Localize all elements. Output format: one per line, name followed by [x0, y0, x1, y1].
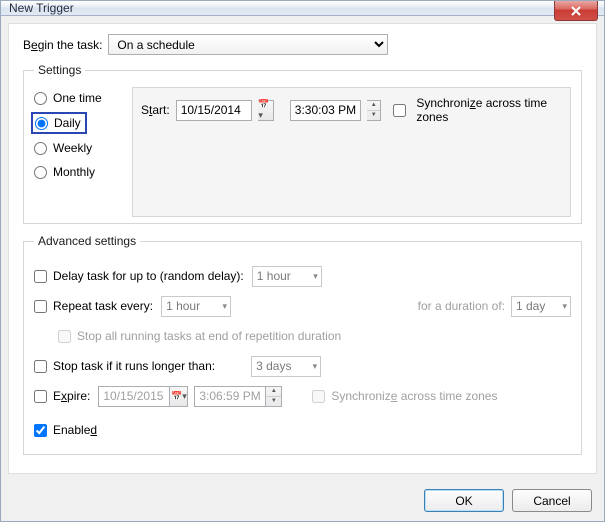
expire-date-input[interactable]: 10/15/2015 [98, 386, 170, 407]
stop-all-checkbox [58, 330, 71, 343]
settings-fieldset: Settings One time Daily Weekly Monthly S… [23, 63, 582, 224]
radio-one-time[interactable]: One time [34, 91, 122, 105]
cancel-button[interactable]: Cancel [512, 489, 592, 512]
begin-task-select[interactable]: On a schedule [108, 34, 388, 55]
begin-task-row: Begin the task: On a schedule [23, 34, 582, 55]
delay-label: Delay task for up to (random delay): [53, 269, 244, 283]
dialog-new-trigger: New Trigger Begin the task: On a schedul… [0, 0, 605, 522]
expire-checkbox[interactable] [34, 390, 47, 403]
settings-legend: Settings [34, 63, 85, 77]
sync2-checkbox [312, 390, 325, 403]
sync-timezones-checkbox[interactable] [393, 104, 406, 117]
duration-combo[interactable]: 1 day [511, 296, 571, 317]
close-icon [571, 6, 581, 16]
sync2-label: Synchronize across time zones [331, 389, 497, 403]
repeat-label: Repeat task every: [53, 299, 153, 313]
expire-time-spinner[interactable]: ▲▼ [266, 386, 282, 407]
frequency-radio-group: One time Daily Weekly Monthly [34, 87, 122, 217]
close-button[interactable] [554, 1, 598, 21]
radio-daily[interactable]: Daily [34, 115, 84, 131]
advanced-legend: Advanced settings [34, 234, 140, 248]
stop-if-label: Stop task if it runs longer than: [53, 359, 215, 373]
duration-label: for a duration of: [418, 299, 505, 313]
stop-all-label: Stop all running tasks at end of repetit… [77, 329, 341, 343]
dialog-content: Begin the task: On a schedule Settings O… [8, 23, 597, 474]
title-text: New Trigger [9, 1, 74, 15]
titlebar[interactable]: New Trigger [1, 1, 604, 16]
expire-date-picker[interactable]: 📅▾ [170, 386, 188, 407]
repeat-combo[interactable]: 1 hour [161, 296, 231, 317]
enabled-checkbox[interactable] [34, 424, 47, 437]
repeat-checkbox[interactable] [34, 300, 47, 313]
radio-monthly[interactable]: Monthly [34, 165, 122, 179]
begin-task-label: Begin the task: [23, 38, 102, 52]
expire-label: Expire: [53, 389, 90, 403]
sync-timezones-label: Synchronize across time zones [416, 96, 562, 124]
start-date-input[interactable]: 10/15/2014 [176, 100, 253, 121]
radio-weekly[interactable]: Weekly [34, 141, 122, 155]
stop-if-combo[interactable]: 3 days [251, 356, 321, 377]
delay-checkbox[interactable] [34, 270, 47, 283]
enabled-label: Enabled [53, 423, 97, 437]
advanced-fieldset: Advanced settings Delay task for up to (… [23, 234, 582, 455]
schedule-panel: Start: 10/15/2014📅▾ 3:30:03 PM ▲▼ Synchro… [132, 87, 571, 217]
date-picker-button[interactable]: 📅▾ [258, 100, 274, 121]
start-label: Start: [141, 103, 170, 117]
time-spinner[interactable]: ▲▼ [367, 100, 381, 121]
delay-combo[interactable]: 1 hour [252, 266, 322, 287]
ok-button[interactable]: OK [424, 489, 504, 512]
expire-time-input[interactable]: 3:06:59 PM [194, 386, 266, 407]
start-time-input[interactable]: 3:30:03 PM [290, 100, 361, 121]
stop-if-checkbox[interactable] [34, 360, 47, 373]
dialog-footer: OK Cancel [1, 481, 604, 522]
